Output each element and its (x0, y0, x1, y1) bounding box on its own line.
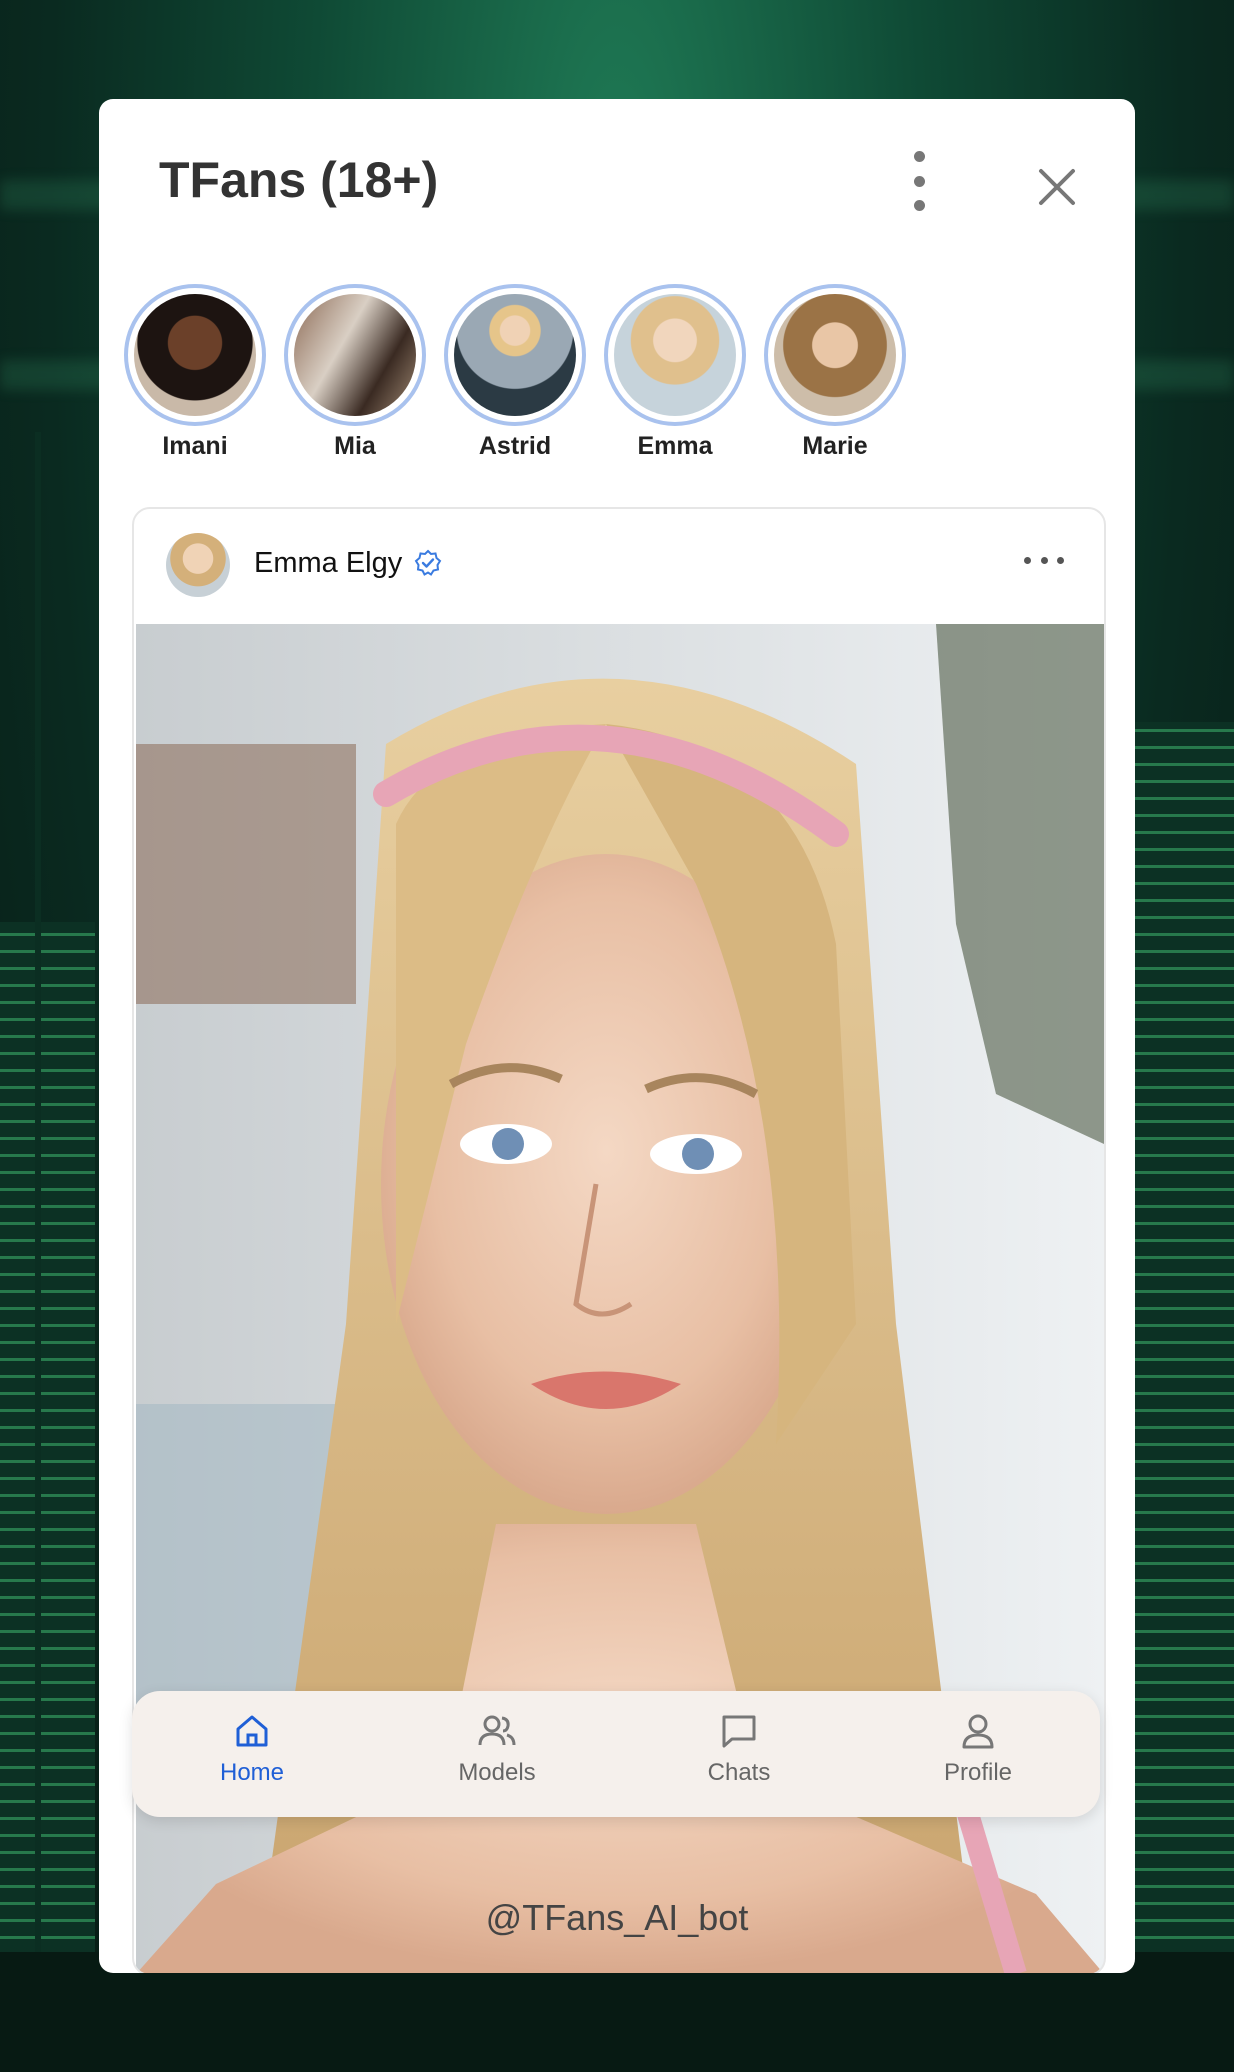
bottom-tab-bar: Home Models Chats Profile (132, 1691, 1100, 1817)
story-ring (124, 284, 266, 426)
close-icon (1039, 169, 1075, 205)
background-building (0, 922, 95, 2072)
verified-badge-icon (414, 549, 442, 576)
chat-icon (722, 1715, 756, 1748)
story-avatar (134, 294, 256, 416)
background-building (1130, 722, 1234, 2072)
story-avatar (614, 294, 736, 416)
story-avatar (774, 294, 896, 416)
post-options-button[interactable] (1024, 557, 1064, 571)
tab-chats-label: Chats (707, 1759, 771, 1786)
close-button[interactable] (1029, 159, 1085, 215)
story-item[interactable]: Imani (123, 284, 267, 461)
story-ring (604, 284, 746, 426)
story-name: Mia (334, 432, 376, 460)
users-icon (478, 1715, 516, 1746)
user-icon (962, 1714, 994, 1749)
app-title: TFans (18+) (159, 152, 439, 208)
story-item[interactable]: Emma (603, 284, 747, 461)
story-item[interactable]: Astrid (443, 284, 587, 461)
bot-handle: @TFans_AI_bot (485, 1897, 749, 1938)
post-author-name[interactable]: Emma Elgy (254, 547, 402, 580)
mini-app-window: TFans (18+) Imani Mia Astrid Emma Marie … (99, 99, 1135, 1973)
home-icon (236, 1715, 268, 1747)
horizontal-dots-icon (1024, 557, 1031, 564)
story-avatar (294, 294, 416, 416)
more-options-button[interactable] (899, 151, 939, 211)
post-author-avatar[interactable] (166, 533, 230, 597)
story-avatar (454, 294, 576, 416)
story-name: Emma (637, 432, 713, 460)
tab-profile[interactable]: Profile (898, 1711, 1058, 1787)
story-name: Imani (162, 432, 228, 460)
story-name: Marie (802, 432, 868, 460)
vertical-dots-icon (913, 151, 925, 162)
story-ring (284, 284, 426, 426)
post-header: Emma Elgy (134, 509, 1104, 624)
tab-models[interactable]: Models (417, 1711, 577, 1787)
story-name: Astrid (478, 432, 552, 460)
tab-home[interactable]: Home (172, 1711, 332, 1787)
tab-profile-label: Profile (943, 1759, 1013, 1786)
story-item[interactable]: Mia (283, 284, 427, 461)
background-antenna (35, 432, 41, 2072)
tab-home-label: Home (219, 1759, 285, 1786)
tab-models-label: Models (458, 1759, 536, 1786)
story-item[interactable]: Marie (763, 284, 907, 461)
story-ring (444, 284, 586, 426)
tab-chats[interactable]: Chats (659, 1711, 819, 1787)
story-ring (764, 284, 906, 426)
